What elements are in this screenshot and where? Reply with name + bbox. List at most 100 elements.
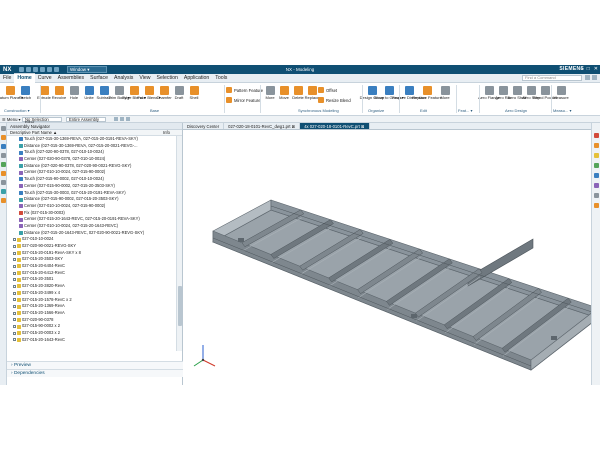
menu-file[interactable]: File [0,74,14,83]
tree-component-row[interactable]: 027-015-20-3501 [7,276,177,283]
tree-component-row[interactable]: 027-015-20-1578-RevC x 2 [7,297,177,304]
tree-component-row[interactable]: 027-015-20-0191-RevA-SKY x 8 [7,250,177,257]
visibility-checkbox[interactable] [13,238,16,242]
ribbon-mirror-feature-button[interactable]: Mirror Feature [226,97,261,103]
system-materials-icon[interactable] [1,180,6,185]
ribbon-revolve-button[interactable]: Revolve [51,84,67,101]
visibility-checkbox[interactable] [13,325,16,329]
assembly-navigator-icon[interactable] [1,126,6,131]
menu-view[interactable]: View [136,74,153,83]
ribbon-options-icon[interactable] [592,75,597,80]
visibility-checkbox[interactable] [13,278,16,282]
menu-home[interactable]: Home [14,73,35,83]
ribbon-datum-plane-button[interactable]: Datum Plane ▾ [0,84,23,101]
visibility-checkbox[interactable] [13,291,16,295]
fit-icon[interactable] [594,143,599,148]
snap-icon[interactable] [114,117,118,121]
graphics-window[interactable] [183,130,599,385]
view-orientation-icon[interactable] [594,133,599,138]
tree-constraint-row[interactable]: Distance (027-015-20-1643-REVC, 027-020-… [7,230,177,237]
tree-component-row[interactable]: 027-015-20-0003 x 2 [7,330,177,337]
save-icon[interactable] [19,67,24,72]
model-view[interactable] [183,130,599,385]
tree-constraint-row[interactable]: Center (027-015-90-0002, 027-015-20-3503… [7,183,177,190]
menu-surface[interactable]: Surface [87,74,111,83]
top-menu-button[interactable]: ☰ Menu ▾ [2,117,22,122]
menu-assemblies[interactable]: Assemblies [55,74,88,83]
tree-component-row[interactable]: 027-020-90-0021-REVG-SKY [7,243,177,250]
ribbon-unite-button[interactable]: Unite [81,84,97,101]
tree-component-row[interactable]: 027-015-20-1369-RevA [7,303,177,310]
visibility-checkbox[interactable] [13,305,16,309]
scrollbar-thumb[interactable] [178,286,182,326]
tree-component-row[interactable]: 027-020-90-0378 [7,317,177,324]
ribbon-group-aero-design[interactable]: Aero Design [505,108,527,113]
tree-component-row[interactable]: 027-015-20-1643-RevC [7,337,177,344]
part-navigator-icon[interactable] [1,135,6,140]
tree-constraint-row[interactable]: Touch (027-015-30-0003, 027-015-20-0191-… [7,190,177,197]
visibility-checkbox[interactable] [13,284,16,288]
ribbon-replace-feature-button[interactable]: Replace Feature [412,84,442,101]
column-descriptive-part-name[interactable]: Descriptive Part Name ▲ [10,130,57,135]
ribbon-sketch-button[interactable]: Sketch [17,84,33,101]
window-menu-dropdown[interactable]: Window ▾ [67,66,107,73]
history-icon[interactable] [1,153,6,158]
tree-constraint-row[interactable]: Distance (027-015-90-0002, 027-015-20-35… [7,196,177,203]
redo-icon[interactable] [33,67,38,72]
tree-component-row[interactable]: 027-010-10-0024 [7,236,177,243]
command-finder-input[interactable]: Find a Command [522,75,582,81]
rotate-icon[interactable] [594,163,599,168]
dependencies-section[interactable]: › Dependencies [7,369,183,377]
visibility-checkbox[interactable] [13,271,16,275]
visibility-checkbox[interactable] [13,244,16,248]
tab-drawing[interactable]: 027-020-18-0101-RevC_dwg1.prt ⊠ [224,123,301,129]
tree-constraint-row[interactable]: Center (027-010-10-0024, 027-015-90-0002… [7,169,177,176]
maximize-icon[interactable]: □ [587,66,590,72]
visibility-checkbox[interactable] [13,311,16,315]
ribbon-face-blend-button[interactable]: Face Blend ▾ [137,84,161,101]
hd3d-tools-icon[interactable] [1,198,6,203]
ribbon-chamfer-button[interactable]: Chamfer [156,84,172,101]
ribbon-group-edit[interactable]: Edit [420,108,427,113]
menu-tools[interactable]: Tools [212,74,230,83]
tree-component-row[interactable]: 027-015-20-6404-RevC [7,263,177,270]
tree-component-row[interactable]: 027-015-20-6412-RevC [7,270,177,277]
tree-component-row[interactable]: 027-015-20-3499 x 4 [7,290,177,297]
visibility-checkbox[interactable] [13,298,16,302]
visibility-checkbox[interactable] [13,331,16,335]
snap-icon[interactable] [126,117,130,121]
paste-icon[interactable] [54,67,59,72]
tree-constraint-row[interactable]: Distance (027-015-30-1369-REVA, 027-015-… [7,143,177,150]
help-icon[interactable] [585,75,590,80]
visibility-checkbox[interactable] [13,251,16,255]
tab-discovery-center[interactable]: Discovery Center [183,123,225,129]
tree-component-row[interactable]: 027-015-20-1566-RevA [7,310,177,317]
reuse-library-icon[interactable] [1,144,6,149]
tree-constraint-row[interactable]: Center (027-010-10-0024, 027-015-90-0002… [7,203,177,210]
preview-section[interactable]: › Preview [7,361,183,369]
visibility-checkbox[interactable] [13,338,16,342]
sheet-metal-frame-model[interactable] [212,199,599,371]
tab-model[interactable]: 4x 027-020-18-0101-RevC.prt ⊠ [300,123,370,129]
tree-component-row[interactable]: 027-015-20-3820-RevA [7,283,177,290]
tree-component-row[interactable]: 027-015-20-3503-SKY [7,256,177,263]
ribbon-resize-blend-button[interactable]: Resize Blend [318,97,351,103]
tree-constraint-row[interactable]: Distance (027-020-90-0378, 027-020-90-00… [7,163,177,170]
zoom-icon[interactable] [594,153,599,158]
cut-icon[interactable] [40,67,45,72]
visibility-checkbox[interactable] [13,318,16,322]
type-filter-dropdown[interactable]: No Selection Filter [22,116,62,125]
ribbon-offset-button[interactable]: Offset [318,87,337,93]
selection-scope-dropdown[interactable]: Entire Assembly [66,116,106,122]
ribbon-group-measu[interactable]: Measu... ▾ [553,108,571,113]
tree-constraint-row[interactable]: Center (027-010-10-0024, 027-015-20-1643… [7,223,177,230]
tree-constraint-row[interactable]: Fix (027-015-30-0003) [7,210,177,217]
web-browser-icon[interactable] [1,162,6,167]
ribbon-draft-button[interactable]: Draft [171,84,187,101]
menu-analysis[interactable]: Analysis [111,74,136,83]
visibility-checkbox[interactable] [13,258,16,262]
menu-selection[interactable]: Selection [154,74,181,83]
ribbon-group-base[interactable]: Base [150,108,159,113]
render-style-icon[interactable] [594,183,599,188]
roles-icon[interactable] [1,171,6,176]
